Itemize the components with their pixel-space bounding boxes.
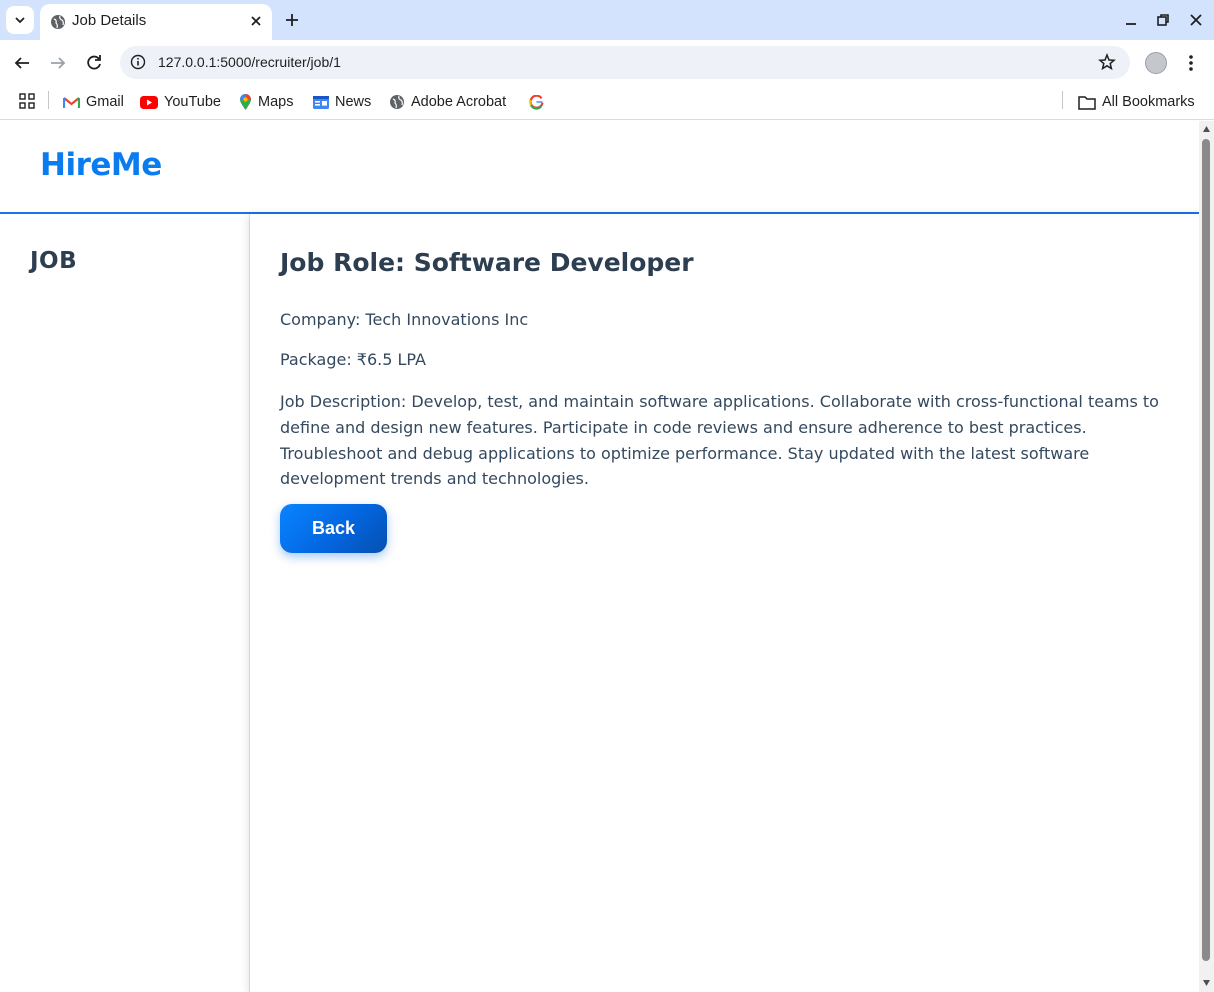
scroll-up-arrow-icon[interactable]: [1202, 125, 1211, 133]
restore-icon[interactable]: [1154, 11, 1172, 29]
site-header: HireMe: [0, 121, 1199, 214]
bookmark-maps[interactable]: Maps: [239, 91, 293, 113]
gmail-icon: [63, 96, 80, 108]
page-scrollbar[interactable]: [1199, 121, 1214, 992]
bookmark-google[interactable]: [529, 91, 544, 113]
tab-strip: Job Details: [0, 0, 1214, 40]
tab-title: Job Details: [72, 12, 147, 29]
bookmarks-separator: [1062, 91, 1063, 109]
bookmarks-separator: [48, 91, 49, 109]
globe-icon: [390, 95, 404, 109]
page-viewport: HireMe JOB Job Role: Software Developer …: [0, 121, 1199, 992]
close-icon[interactable]: [248, 13, 264, 29]
star-icon[interactable]: [1098, 53, 1116, 71]
reload-icon[interactable]: [83, 52, 105, 74]
job-details-panel: Job Role: Software Developer Company: Te…: [250, 214, 1199, 992]
google-icon: [529, 94, 544, 110]
more-menu-icon[interactable]: [1184, 52, 1198, 74]
url-text[interactable]: 127.0.0.1:5000/recruiter/job/1: [158, 54, 341, 70]
sidebar-title: JOB: [30, 248, 78, 274]
youtube-icon: [140, 95, 158, 109]
bookmark-youtube[interactable]: YouTube: [140, 91, 221, 113]
all-bookmarks-button[interactable]: All Bookmarks: [1078, 91, 1195, 113]
bookmark-adobe-acrobat[interactable]: Adobe Acrobat: [389, 91, 506, 113]
browser-toolbar: 127.0.0.1:5000/recruiter/job/1: [0, 40, 1214, 85]
globe-icon: [51, 15, 65, 29]
folder-icon: [1078, 95, 1096, 110]
job-description: Job Description: Develop, test, and main…: [280, 392, 1159, 489]
site-logo[interactable]: HireMe: [40, 147, 162, 183]
tab-job-details[interactable]: Job Details: [40, 4, 272, 40]
bookmarks-bar: Gmail YouTube Maps News Adobe Acrobat Al…: [0, 85, 1214, 120]
profile-avatar[interactable]: [1145, 52, 1167, 74]
info-icon[interactable]: [130, 54, 146, 70]
address-bar[interactable]: 127.0.0.1:5000/recruiter/job/1: [120, 46, 1130, 79]
minimize-icon[interactable]: [1122, 11, 1140, 29]
new-tab-icon[interactable]: [282, 10, 302, 30]
sidebar: JOB: [0, 214, 250, 992]
tab-search-button[interactable]: [6, 6, 34, 34]
back-button[interactable]: Back: [280, 504, 387, 553]
scrollbar-thumb[interactable]: [1202, 139, 1210, 961]
scroll-down-arrow-icon[interactable]: [1202, 979, 1211, 987]
bookmark-label: Adobe Acrobat: [411, 94, 507, 110]
job-company: Company: Tech Innovations Inc: [280, 310, 529, 329]
apps-grid-icon[interactable]: [19, 93, 35, 109]
back-arrow-icon[interactable]: [11, 52, 33, 74]
chevron-down-icon: [15, 17, 25, 24]
forward-arrow-icon[interactable]: [47, 52, 69, 74]
job-title: Job Role: Software Developer: [280, 248, 694, 277]
news-icon: [313, 96, 329, 109]
bookmark-gmail[interactable]: Gmail: [63, 91, 124, 113]
bookmark-news[interactable]: News: [313, 91, 371, 113]
all-bookmarks-label: All Bookmarks: [1102, 94, 1195, 110]
maps-icon: [240, 94, 251, 110]
bookmark-label: Gmail: [86, 94, 124, 110]
bookmark-label: YouTube: [164, 94, 221, 110]
bookmark-label: News: [335, 94, 372, 110]
bookmark-label: Maps: [258, 94, 294, 110]
job-package: Package: ₹6.5 LPA: [280, 350, 426, 369]
close-window-icon[interactable]: [1187, 11, 1205, 29]
